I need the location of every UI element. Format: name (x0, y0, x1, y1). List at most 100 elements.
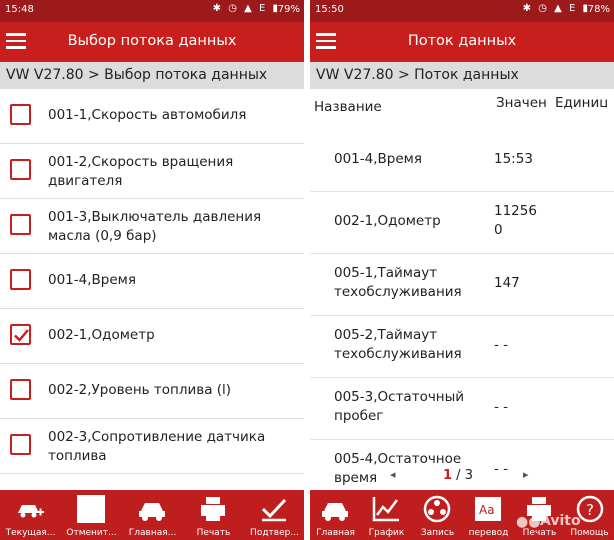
confirm-button[interactable]: Подтвер... (244, 490, 304, 540)
column-header-unit: Единица (555, 95, 607, 111)
printer-icon (201, 497, 225, 521)
table-row[interactable]: 005-3,Остаточный пробег - - (310, 378, 614, 440)
checkbox[interactable] (10, 434, 31, 455)
item-label: 002-3,Сопротивление датчика топлива (48, 429, 266, 464)
breadcrumb: VW V27.80 > Поток данных (310, 62, 614, 89)
item-label: 001-4,Время (48, 272, 136, 288)
record-label: Запись (420, 528, 455, 538)
list-item[interactable]: 002-2,Уровень топлива (l) (0, 364, 304, 419)
network-indicator: E (258, 3, 268, 14)
row-name: 005-1,Таймаут техобслуживания (334, 265, 462, 300)
item-label: 002-1,Одометр (48, 327, 155, 343)
item-label: 001-2,Скорость вращения двигателя (48, 154, 234, 189)
list-item[interactable]: 001-4,Время (0, 254, 304, 309)
graph-button[interactable]: График (361, 490, 412, 540)
checkbox[interactable] (10, 269, 31, 290)
translate-label: перевод (468, 528, 509, 538)
translate-button[interactable]: Aa перевод (463, 490, 514, 540)
network-indicator: E (568, 3, 578, 14)
checkbox[interactable] (10, 104, 31, 125)
table-row[interactable]: 001-4,Время 15:53 (310, 130, 614, 192)
chart-icon (372, 497, 399, 522)
status-bar: 15:50 ✱ ◷ ▲ E ▮ 78% (310, 0, 614, 22)
checkbox[interactable] (10, 159, 31, 180)
home-button[interactable]: Главная (310, 490, 361, 540)
checkbox[interactable] (10, 379, 31, 400)
row-value: 112560 (494, 203, 537, 238)
current-label: Текущая... (5, 528, 56, 538)
item-label: 001-3,Выключатель давления масла (0,9 ба… (48, 209, 262, 244)
page-indicator: 1 / 3 (443, 468, 473, 483)
table-row[interactable]: 005-2,Таймаут техобслуживания - - (310, 316, 614, 378)
print-label: Печать (196, 528, 231, 538)
breadcrumb: VW V27.80 > Выбор потока данных (0, 62, 304, 89)
bottom-toolbar: Текущая... Отменит... Главная... Печать … (0, 490, 304, 540)
table-row[interactable]: 005-1,Таймаут техобслуживания 147 (310, 254, 614, 316)
row-name: 001-4,Время (334, 151, 422, 167)
page-separator: / (452, 468, 465, 483)
app-bar: Поток данных (310, 22, 614, 62)
row-name: 002-1,Одометр (334, 213, 441, 229)
row-value: 147 (494, 275, 520, 291)
checkbox-checked[interactable] (10, 324, 31, 345)
battery-level: 78% (587, 4, 610, 15)
print-button[interactable]: Печать (183, 490, 244, 540)
cancel-button[interactable]: Отменит... (61, 490, 122, 540)
list-item[interactable]: 002-3,Сопротивление датчика топлива (0, 419, 304, 474)
table-header: Название Значение Единица (310, 89, 614, 127)
translate-icon: Aa (475, 497, 501, 521)
car-icon (139, 503, 165, 521)
list-item[interactable]: 002-1,Одометр (0, 309, 304, 364)
check-icon (261, 498, 287, 522)
status-time: 15:48 (5, 4, 34, 15)
home-label: Главная... (128, 528, 177, 538)
row-value: 15:53 (494, 151, 533, 167)
car-icon (322, 503, 348, 521)
record-button[interactable]: Запись (412, 490, 463, 540)
row-value: - - (494, 399, 509, 415)
column-header-value: Значение (496, 95, 548, 111)
checkbox[interactable] (10, 214, 31, 235)
watermark-logo-icon: ●● (516, 514, 541, 530)
current-button[interactable]: Текущая... (0, 490, 61, 540)
row-name: 005-3,Остаточный пробег (334, 389, 465, 424)
item-label: 001-1,Скорость автомобиля (48, 107, 247, 123)
checkmark-icon (14, 329, 29, 342)
left-screen: 15:48 ✱ ◷ ▲ E ▮ 79% Выбор потока данных … (0, 0, 304, 540)
page-title: Поток данных (407, 33, 517, 49)
svg-text:Aa: Aa (479, 503, 495, 517)
datastream-list: 001-1,Скорость автомобиля 001-2,Скорость… (0, 89, 304, 474)
next-page-arrow-icon[interactable]: ▸ (523, 468, 529, 481)
total-pages: 3 (464, 468, 473, 483)
battery-level: 79% (277, 4, 300, 15)
cancel-label: Отменит... (66, 528, 117, 538)
status-time: 15:50 (315, 4, 344, 15)
current-page: 1 (443, 468, 453, 483)
row-name: 005-2,Таймаут техобслуживания (334, 327, 462, 362)
status-icons: ✱ ◷ ▲ E ▮ (522, 3, 590, 14)
app-bar: Выбор потока данных (0, 22, 304, 62)
checkbox-icon (77, 495, 105, 523)
graph-label: График (368, 528, 405, 538)
reel-icon (423, 495, 451, 523)
row-value: - - (494, 337, 509, 353)
pagination: ◂ 1 / 3 ▸ (310, 468, 614, 488)
list-item[interactable]: 001-2,Скорость вращения двигателя (0, 144, 304, 199)
data-table: 001-4,Время 15:53 002-1,Одометр 112560 0… (310, 130, 614, 488)
page-title: Выбор потока данных (67, 33, 237, 49)
avito-watermark: ●● Avito (516, 510, 608, 534)
prev-page-arrow-icon[interactable]: ◂ (390, 468, 396, 481)
item-label: 002-2,Уровень топлива (l) (48, 382, 232, 398)
column-header-name: Название (314, 99, 382, 115)
right-screen: 15:50 ✱ ◷ ▲ E ▮ 78% Поток данных VW V27.… (310, 0, 614, 540)
confirm-label: Подтвер... (250, 528, 299, 538)
status-bar: 15:48 ✱ ◷ ▲ E ▮ 79% (0, 0, 304, 22)
car-plus-icon (18, 505, 44, 518)
list-item[interactable]: 001-3,Выключатель давления масла (0,9 ба… (0, 199, 304, 254)
home-label: Главная (316, 528, 355, 538)
watermark-text: Avito (540, 513, 581, 529)
status-icons: ✱ ◷ ▲ E ▮ (212, 3, 280, 14)
home-button[interactable]: Главная... (122, 490, 183, 540)
list-item[interactable]: 001-1,Скорость автомобиля (0, 89, 304, 144)
table-row[interactable]: 002-1,Одометр 112560 (310, 192, 614, 254)
